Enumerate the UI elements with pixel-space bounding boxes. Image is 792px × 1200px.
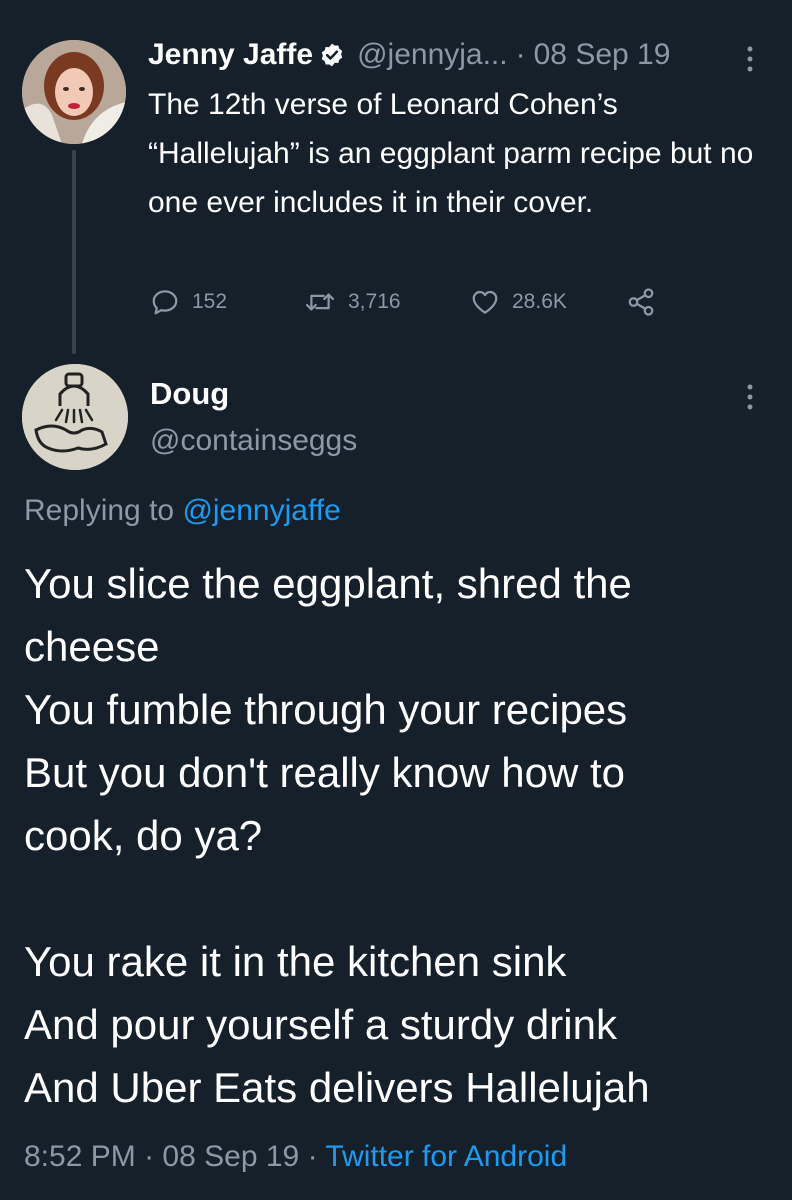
tweet-actions-bar: 152 3,716 28.6K (150, 282, 670, 322)
tweet-date[interactable]: 08 Sep 19 (534, 38, 671, 72)
tweet-line: You rake it in the kitchen sink (24, 938, 567, 985)
author-name[interactable]: Jenny Jaffe (148, 38, 313, 72)
tweet-line: But you don't really know how to (24, 749, 626, 796)
tweet-line: cheese (24, 623, 160, 670)
reply-tweet-text: You slice the eggplant, shred the cheese… (24, 552, 784, 1119)
tweet-source-link[interactable]: Twitter for Android (325, 1140, 567, 1173)
more-vertical-icon[interactable] (742, 44, 758, 79)
separator: · (515, 38, 526, 71)
author-handle[interactable]: @containseggs (150, 424, 357, 458)
author-name[interactable]: Doug (150, 376, 229, 412)
separator: · (307, 1140, 318, 1173)
tweet-meta: 8:52 PM · 08 Sep 19 · Twitter for Androi… (24, 1140, 567, 1174)
parent-tweet-header: Jenny Jaffe @jennyja... · 08 Sep 19 (148, 38, 670, 72)
retweet-count: 3,716 (348, 290, 401, 313)
reply-icon (152, 290, 178, 315)
replying-to-mention[interactable]: @jennyjaffe (182, 494, 340, 527)
share-icon (628, 288, 654, 316)
like-count: 28.6K (512, 290, 567, 313)
replying-to-label: Replying to (24, 494, 175, 527)
more-vertical-icon[interactable] (742, 382, 758, 417)
share-action[interactable] (626, 282, 656, 322)
avatar-jenny-jaffe[interactable] (22, 40, 126, 144)
reply-count: 152 (192, 290, 228, 313)
retweet-icon (305, 293, 335, 311)
tweet-line: And pour yourself a sturdy drink (24, 1001, 617, 1048)
tweet-time[interactable]: 8:52 PM (24, 1140, 136, 1173)
tweet-line: You fumble through your recipes (24, 686, 628, 733)
tweet-line: And Uber Eats delivers Hallelujah (24, 1064, 650, 1111)
tweet-date[interactable]: 08 Sep 19 (162, 1140, 299, 1173)
author-handle[interactable]: @jennyja... (357, 38, 508, 72)
avatar-image (22, 364, 128, 470)
reply-action[interactable]: 152 (150, 282, 227, 322)
separator: · (144, 1140, 155, 1173)
avatar-image (22, 40, 126, 144)
thread-connector-line (72, 150, 76, 354)
tweet-line: You slice the eggplant, shred the (24, 560, 632, 607)
replying-to-line: Replying to @jennyjaffe (24, 494, 341, 528)
avatar-doug[interactable] (22, 364, 128, 470)
parent-tweet-text: The 12th verse of Leonard Cohen’s “Halle… (148, 88, 762, 219)
heart-icon (472, 290, 498, 314)
like-action[interactable]: 28.6K (470, 282, 567, 322)
verified-badge-icon (319, 42, 345, 68)
retweet-action[interactable]: 3,716 (304, 282, 401, 322)
tweet-line: cook, do ya? (24, 812, 263, 859)
